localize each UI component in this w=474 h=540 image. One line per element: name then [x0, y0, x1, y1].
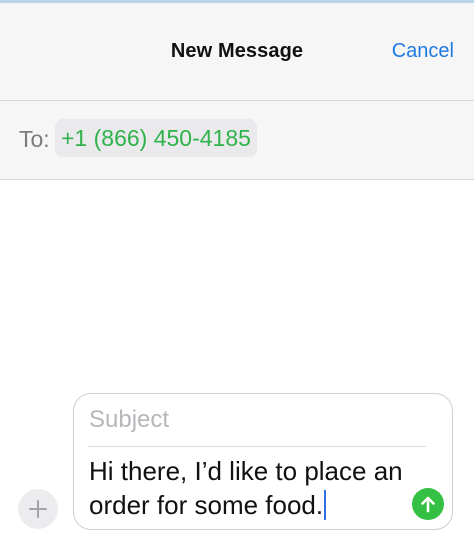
- to-label: To:: [19, 126, 50, 152]
- text-caret: [324, 490, 327, 520]
- subject-input[interactable]: Subject: [89, 406, 169, 434]
- recipient-chip[interactable]: +1 (866) 450-4185: [55, 119, 257, 157]
- recipient-row[interactable]: To: +1 (866) 450-4185: [0, 101, 474, 180]
- message-text: Hi there, I’d like to place an order for…: [89, 456, 403, 520]
- send-button[interactable]: [412, 488, 444, 520]
- cancel-button[interactable]: Cancel: [392, 40, 454, 63]
- plus-icon: [29, 500, 47, 518]
- navigation-header: New Message Cancel: [0, 3, 474, 101]
- message-composer: Subject Hi there, I’d like to place an o…: [73, 393, 453, 530]
- composer-divider: [88, 446, 426, 447]
- arrow-up-icon: [421, 496, 435, 513]
- message-input[interactable]: Hi there, I’d like to place an order for…: [89, 454, 409, 522]
- add-attachment-button[interactable]: [18, 489, 58, 529]
